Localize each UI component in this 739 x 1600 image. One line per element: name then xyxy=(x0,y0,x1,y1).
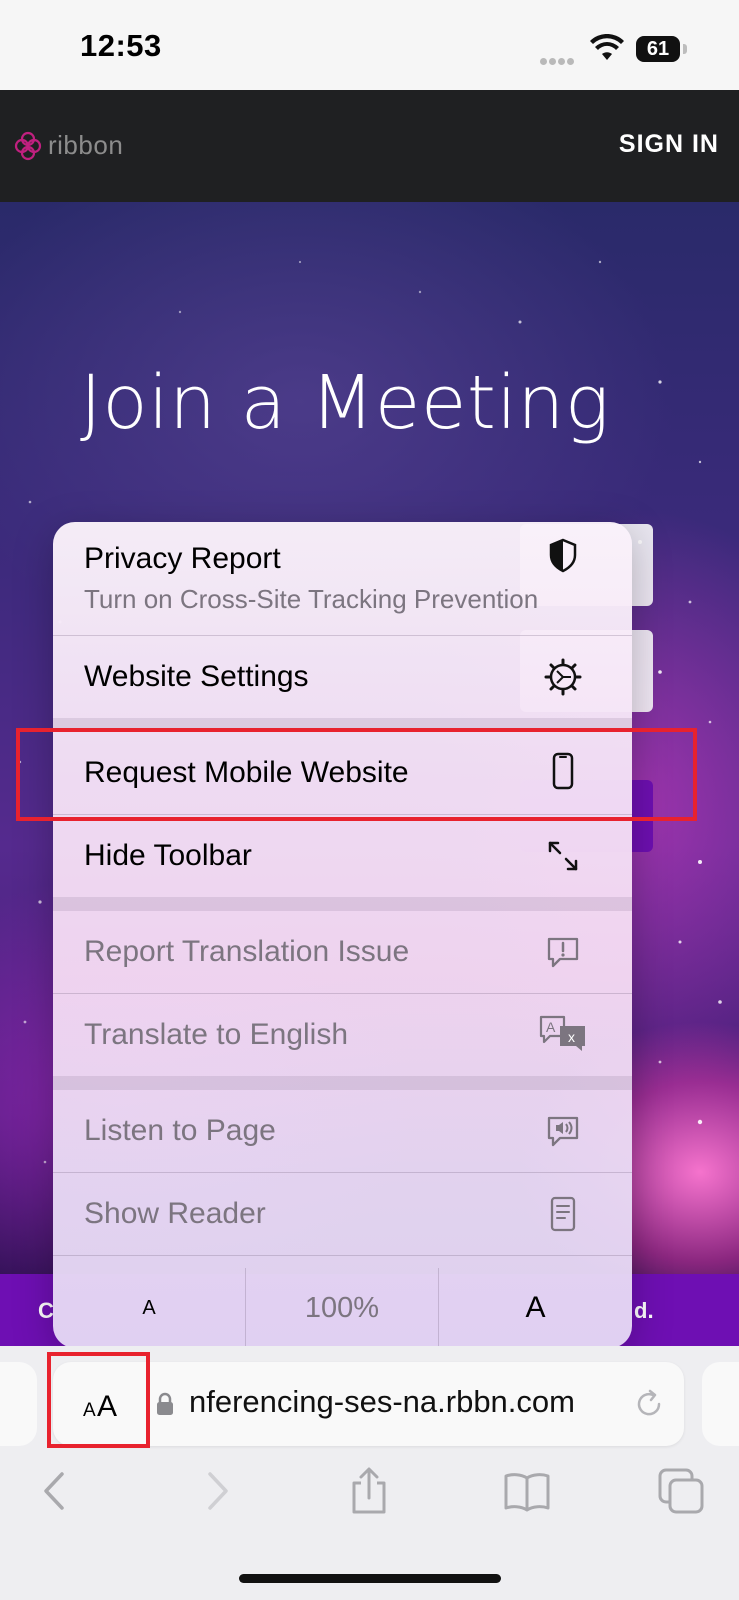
status-time: 12:53 xyxy=(80,28,162,63)
forward-icon[interactable] xyxy=(192,1466,242,1516)
reload-icon[interactable] xyxy=(633,1388,665,1420)
reader-icon xyxy=(550,1196,576,1232)
svg-text:x: x xyxy=(568,1029,575,1045)
bookmarks-icon[interactable] xyxy=(502,1466,552,1516)
increase-text-size-button[interactable]: A xyxy=(439,1268,632,1348)
menu-separator xyxy=(53,1255,632,1256)
back-icon[interactable] xyxy=(30,1466,80,1516)
url-text: nferencing-ses-na.rbbn.com xyxy=(189,1384,575,1419)
menu-item-translate-to-english[interactable]: Translate to English A x xyxy=(53,994,632,1076)
reset-zoom-button[interactable]: 100% xyxy=(246,1268,438,1348)
menu-item-show-reader[interactable]: Show Reader xyxy=(53,1173,632,1255)
report-translation-issue-label: Report Translation Issue xyxy=(84,935,410,968)
brand-name: ribbon xyxy=(48,130,124,160)
page-settings-menu: Privacy Report Turn on Cross-Site Tracki… xyxy=(53,522,632,1348)
show-reader-label: Show Reader xyxy=(84,1197,266,1230)
zoom-level: 100% xyxy=(304,1291,380,1324)
tabs-icon[interactable] xyxy=(656,1466,706,1516)
translate-to-english-label: Translate to English xyxy=(84,1018,349,1051)
listen-to-page-label: Listen to Page xyxy=(84,1114,276,1147)
translate-icon: A x xyxy=(539,1015,585,1051)
menu-section-gap xyxy=(53,897,632,911)
cellular-signal-icon xyxy=(540,52,576,70)
expand-arrows-icon xyxy=(548,841,578,871)
gear-icon xyxy=(544,658,582,696)
shield-icon xyxy=(549,538,577,573)
hero-title: Join a Meeting xyxy=(80,360,610,446)
speaker-bubble-icon xyxy=(547,1116,579,1147)
menu-item-listen-to-page[interactable]: Listen to Page xyxy=(53,1090,632,1172)
hide-toolbar-label: Hide Toolbar xyxy=(84,839,252,872)
website-settings-label: Website Settings xyxy=(84,660,309,693)
home-indicator xyxy=(239,1574,501,1583)
ribbon-logo[interactable]: ribbon xyxy=(12,130,124,164)
footer-text-right: d. xyxy=(634,1298,654,1323)
svg-text:A: A xyxy=(546,1019,556,1035)
highlight-box-page-settings-button xyxy=(47,1352,150,1448)
battery-tip xyxy=(683,44,687,54)
footer-text-left: C xyxy=(38,1298,54,1323)
menu-item-report-translation-issue[interactable]: Report Translation Issue xyxy=(53,911,632,993)
menu-item-privacy-report[interactable]: Privacy Report Turn on Cross-Site Tracki… xyxy=(53,522,632,634)
navigation-row xyxy=(0,1466,739,1526)
status-bar: 12:53 61 xyxy=(0,0,739,90)
lock-icon xyxy=(157,1392,173,1415)
exclamation-bubble-icon xyxy=(547,937,579,968)
next-tab-peek[interactable] xyxy=(702,1362,739,1446)
menu-item-hide-toolbar[interactable]: Hide Toolbar xyxy=(53,815,632,897)
previous-tab-peek[interactable] xyxy=(0,1362,37,1446)
site-header: ribbon SIGN IN xyxy=(0,90,739,202)
decrease-text-size-button[interactable]: A xyxy=(53,1268,245,1348)
ribbon-logo-icon xyxy=(14,131,42,161)
menu-section-gap xyxy=(53,1076,632,1090)
wifi-icon xyxy=(590,34,624,60)
sign-in-link[interactable]: SIGN IN xyxy=(619,130,719,159)
privacy-report-sublabel: Turn on Cross-Site Tracking Prevention xyxy=(84,584,539,614)
highlight-box-request-mobile-website xyxy=(16,728,697,821)
increase-text-size-label: A xyxy=(525,1291,546,1324)
decrease-text-size-label: A xyxy=(142,1296,156,1319)
menu-item-website-settings[interactable]: Website Settings xyxy=(53,636,632,718)
battery-indicator: 61 xyxy=(636,36,680,62)
privacy-report-label: Privacy Report xyxy=(84,542,281,575)
share-icon[interactable] xyxy=(344,1466,394,1516)
